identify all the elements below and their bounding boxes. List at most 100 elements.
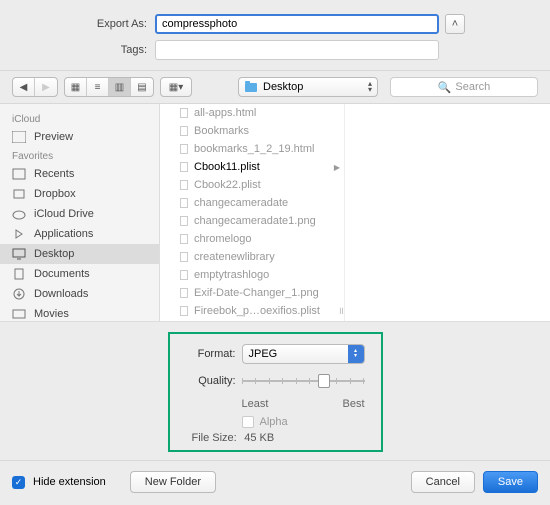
sidebar-item-preview[interactable]: Preview [0, 127, 159, 147]
quality-slider[interactable] [242, 372, 365, 390]
file-item[interactable]: Cbook11.plist [160, 158, 344, 176]
clock-icon [12, 168, 26, 180]
file-column[interactable]: all-apps.html Bookmarks bookmarks_1_2_19.h… [160, 104, 345, 321]
file-item[interactable]: changecameradate [160, 194, 344, 212]
file-icon [180, 306, 188, 316]
sidebar-item-label: iCloud Drive [34, 208, 94, 220]
search-placeholder: Search [455, 81, 490, 93]
new-folder-label: New Folder [145, 476, 201, 488]
export-as-row: Export As: ˄ [85, 14, 465, 34]
file-item[interactable]: chromelogo [160, 230, 344, 248]
file-item[interactable]: emptytrashlogo [160, 266, 344, 284]
sidebar-item-label: Preview [34, 131, 73, 143]
sidebar-item-movies[interactable]: Movies [0, 304, 159, 321]
applications-icon [12, 228, 26, 240]
search-input[interactable]: 🔍 Search [390, 77, 538, 97]
sidebar-item-applications[interactable]: Applications [0, 224, 159, 244]
view-icon-grid[interactable]: ▦ [65, 78, 87, 96]
hide-extension-checkbox[interactable]: ✓ [12, 476, 25, 489]
file-item[interactable]: all-apps.html [160, 104, 344, 122]
file-icon [180, 234, 188, 244]
browser-middle: iCloud Preview Favorites Recents Dropbox… [0, 104, 550, 322]
group-by-icon: ▦▾ [161, 78, 191, 96]
save-button[interactable]: Save [483, 471, 538, 493]
file-name: Exif-Date-Changer_1.png [194, 287, 319, 299]
dropbox-icon [12, 188, 26, 200]
view-icon-gallery[interactable]: ▤ [131, 78, 153, 96]
file-name: changecameradate1.png [194, 215, 316, 227]
format-box: Format: JPEG ▴▾ Quality: Least Best Alph… [168, 332, 383, 452]
format-label: Format: [186, 348, 236, 360]
toolbar: ◀ ▶ ▦ ≡ ▥ ▤ ▦▾ Desktop ▴▾ 🔍 Search [0, 70, 550, 104]
bottom-bar: ✓ Hide extension New Folder Cancel Save [0, 460, 550, 503]
sidebar-item-downloads[interactable]: Downloads [0, 284, 159, 304]
file-name: all-apps.html [194, 107, 256, 119]
file-item[interactable]: Fireebok_p…oexifios.plist [160, 302, 344, 320]
file-icon [180, 162, 188, 172]
file-item[interactable]: Cbook22.plist [160, 176, 344, 194]
sidebar-item-label: Dropbox [34, 188, 76, 200]
view-icon-columns[interactable]: ▥ [109, 78, 131, 96]
documents-icon [12, 268, 26, 280]
tags-input[interactable] [155, 40, 439, 60]
sidebar-item-documents[interactable]: Documents [0, 264, 159, 284]
format-select[interactable]: JPEG ▴▾ [242, 344, 365, 364]
file-icon [180, 144, 188, 154]
new-folder-button[interactable]: New Folder [130, 471, 216, 493]
group-by-dropdown[interactable]: ▦▾ [160, 77, 192, 97]
sidebar-item-desktop[interactable]: Desktop [0, 244, 159, 264]
cancel-button[interactable]: Cancel [411, 471, 475, 493]
file-name: chromelogo [194, 233, 251, 245]
sidebar-item-label: Applications [34, 228, 93, 240]
file-item[interactable]: createnewlibrary [160, 248, 344, 266]
file-name: Bookmarks [194, 125, 249, 137]
view-icon-list[interactable]: ≡ [87, 78, 109, 96]
file-item[interactable]: Exif-Date-Changer_1.png [160, 284, 344, 302]
collapse-button[interactable]: ˄ [445, 14, 465, 34]
preview-icon [12, 131, 26, 143]
path-label: Desktop [263, 81, 303, 93]
file-icon [180, 288, 188, 298]
back-button[interactable]: ◀ [13, 78, 35, 96]
save-label: Save [498, 476, 523, 488]
path-dropdown[interactable]: Desktop ▴▾ [238, 77, 378, 97]
file-name: emptytrashlogo [194, 269, 269, 281]
search-icon: 🔍 [438, 81, 452, 94]
slider-labels: Least Best [242, 398, 365, 410]
forward-button[interactable]: ▶ [35, 78, 57, 96]
file-icon [180, 270, 188, 280]
sidebar-item-label: Downloads [34, 288, 88, 300]
file-name: Fireebok_p…oexifios.plist [194, 305, 320, 317]
alpha-row: Alpha [242, 416, 365, 428]
desktop-icon [12, 248, 26, 260]
format-row: Format: JPEG ▴▾ [186, 344, 365, 364]
file-item[interactable]: icloudserver.png [160, 320, 344, 321]
sidebar-item-label: Desktop [34, 248, 74, 260]
file-icon [180, 108, 188, 118]
file-item[interactable]: Bookmarks [160, 122, 344, 140]
folder-icon [245, 83, 257, 92]
preview-column [355, 104, 550, 321]
chevron-updown-icon: ▴▾ [348, 345, 364, 363]
sidebar: iCloud Preview Favorites Recents Dropbox… [0, 104, 160, 321]
sidebar-item-icloud-drive[interactable]: iCloud Drive [0, 204, 159, 224]
slider-thumb[interactable] [318, 374, 330, 388]
sidebar-item-recents[interactable]: Recents [0, 164, 159, 184]
file-icon [180, 252, 188, 262]
hide-extension-label: Hide extension [33, 476, 106, 488]
export-as-input[interactable] [155, 14, 439, 34]
cloud-icon [12, 208, 26, 220]
file-item[interactable]: bookmarks_1_2_19.html [160, 140, 344, 158]
alpha-label: Alpha [260, 416, 288, 428]
nav-back-forward: ◀ ▶ [12, 77, 58, 97]
tags-label: Tags: [85, 44, 155, 56]
sidebar-item-dropbox[interactable]: Dropbox [0, 184, 159, 204]
file-name: Cbook22.plist [194, 179, 261, 191]
sidebar-section-favorites: Favorites [0, 147, 159, 164]
sidebar-item-label: Documents [34, 268, 90, 280]
file-name: Cbook11.plist [194, 161, 260, 173]
filesize-value: 45 KB [244, 432, 274, 444]
sidebar-item-label: Recents [34, 168, 74, 180]
file-item[interactable]: changecameradate1.png [160, 212, 344, 230]
alpha-checkbox[interactable] [242, 416, 254, 428]
